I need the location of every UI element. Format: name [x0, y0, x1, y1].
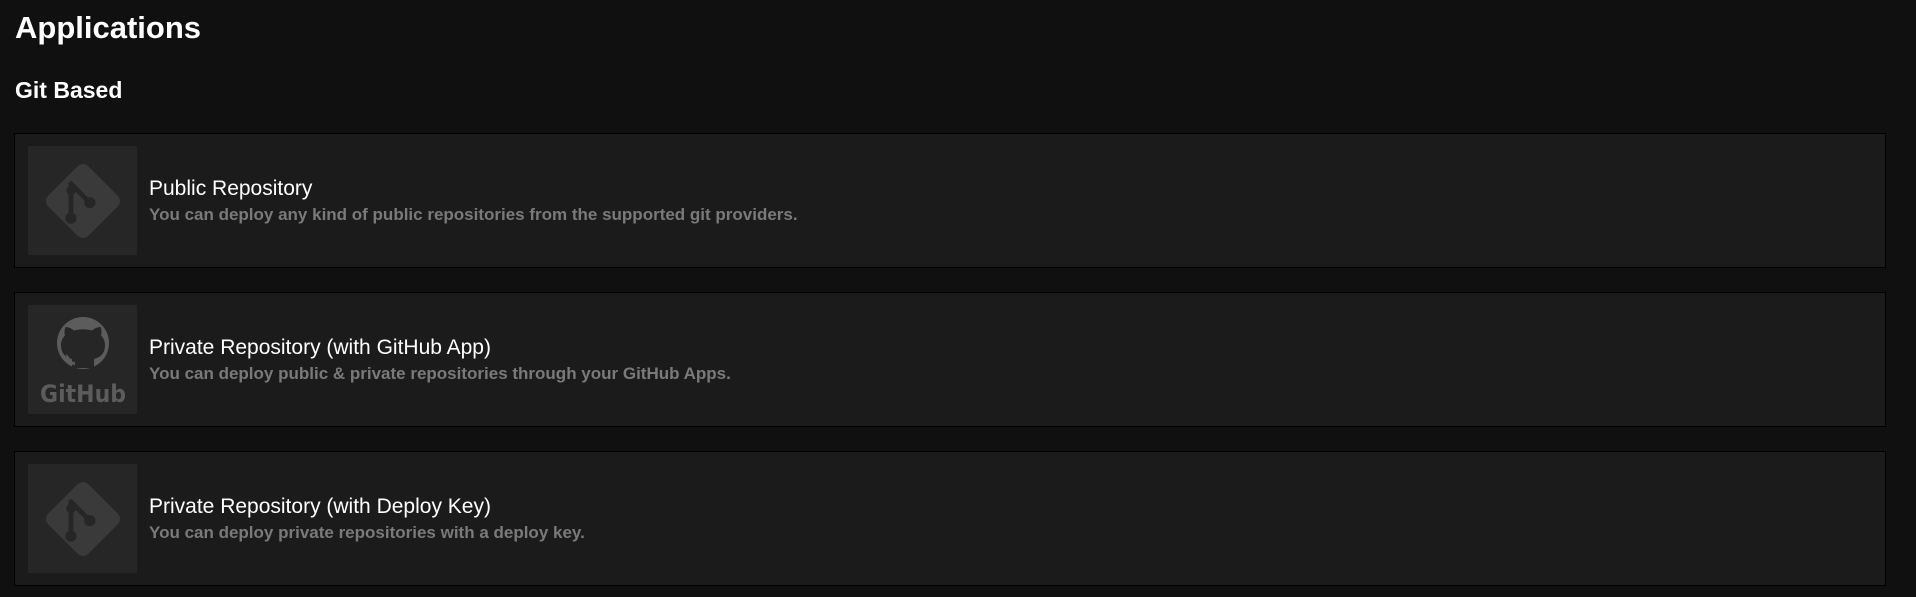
card-text: Private Repository (with GitHub App) You…: [149, 335, 731, 385]
git-icon: [28, 464, 137, 573]
card-description: You can deploy any kind of public reposi…: [149, 204, 798, 224]
card-description: You can deploy public & private reposito…: [149, 363, 731, 383]
page-title: Applications: [15, 10, 202, 45]
card-public-repository[interactable]: Public Repository You can deploy any kin…: [14, 133, 1886, 268]
card-title: Private Repository (with Deploy Key): [149, 494, 491, 518]
card-private-repository-github-app[interactable]: GitHub Private Repository (with GitHub A…: [14, 292, 1886, 427]
card-text: Public Repository You can deploy any kin…: [149, 176, 798, 226]
github-icon: GitHub: [28, 305, 137, 414]
applications-page: Applications Git Based Public Repository: [0, 0, 1916, 597]
card-title: Private Repository (with GitHub App): [149, 335, 491, 359]
card-description: You can deploy private repositories with…: [149, 522, 585, 542]
section-title-git-based: Git Based: [15, 77, 123, 103]
card-text: Private Repository (with Deploy Key) You…: [149, 494, 585, 544]
card-private-repository-deploy-key[interactable]: Private Repository (with Deploy Key) You…: [14, 451, 1886, 586]
git-icon: [28, 146, 137, 255]
git-based-card-list: Public Repository You can deploy any kin…: [14, 133, 1886, 597]
github-wordmark: GitHub: [40, 380, 126, 408]
card-title: Public Repository: [149, 176, 313, 200]
